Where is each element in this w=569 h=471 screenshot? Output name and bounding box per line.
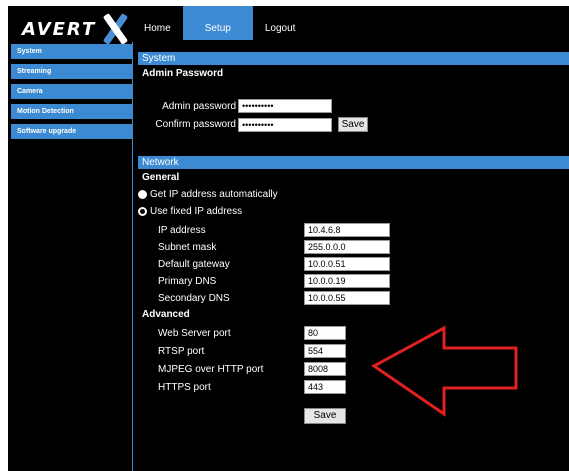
https-port-label: HTTPS port [158, 381, 211, 393]
confirm-password-input[interactable]: •••••••••• [238, 117, 332, 132]
radio-auto-label: Get IP address automatically [150, 189, 278, 200]
radio-auto-ip[interactable] [138, 190, 147, 199]
sidebar: System Streaming Camera Motion Detection… [11, 44, 132, 144]
rtsp-port-row: RTSP port 554 [158, 344, 346, 358]
secondary-dns-input[interactable]: 10.0.0.55 [304, 291, 390, 305]
network-save-button[interactable]: Save [304, 408, 346, 424]
logo-x-mark [98, 13, 132, 45]
mjpeg-port-label: MJPEG over HTTP port [158, 363, 264, 375]
subnet-mask-label: Subnet mask [158, 241, 217, 253]
web-server-port-label: Web Server port [158, 327, 231, 339]
web-server-port-row: Web Server port 80 [158, 326, 346, 340]
primary-dns-input[interactable]: 10.0.0.19 [304, 274, 390, 288]
admin-password-input[interactable]: •••••••••• [238, 99, 332, 113]
general-heading: General [142, 172, 180, 183]
default-gateway-label: Default gateway [158, 258, 230, 270]
system-section-header: System [138, 52, 569, 65]
advanced-heading: Advanced [142, 309, 190, 320]
tab-setup[interactable]: Setup [182, 6, 253, 40]
radio-auto-row[interactable]: Get IP address automatically [138, 189, 278, 200]
tab-logout[interactable]: Logout [253, 6, 308, 40]
confirm-password-row: Confirm password •••••••••• Save [154, 117, 368, 132]
rtsp-port-input[interactable]: 554 [304, 344, 346, 358]
secondary-dns-label: Secondary DNS [158, 292, 230, 304]
sidebar-item-camera[interactable]: Camera [11, 84, 132, 99]
avertx-logo: AVERT [22, 13, 132, 45]
admin-password-row: Admin password •••••••••• [160, 99, 332, 113]
mjpeg-port-input[interactable]: 8008 [304, 362, 346, 376]
radio-fixed-row[interactable]: Use fixed IP address [138, 206, 242, 217]
subnet-mask-input[interactable]: 255.0.0.0 [304, 240, 390, 254]
primary-dns-row: Primary DNS 10.0.0.19 [158, 274, 390, 288]
sidebar-item-software-upgrade[interactable]: Software upgrade [11, 124, 132, 139]
tab-home[interactable]: Home [132, 6, 183, 40]
network-section-header: Network [138, 156, 569, 169]
ip-address-row: IP address 10.4.6.8 [158, 223, 390, 237]
top-navigation: Home Setup Logout [132, 6, 307, 40]
sidebar-item-streaming[interactable]: Streaming [11, 64, 132, 79]
network-save-row: Save [304, 408, 346, 424]
sidebar-divider [132, 42, 133, 471]
app-frame: AVERT Home Setup Logout System Streaming… [8, 6, 569, 471]
sidebar-item-motion-detection[interactable]: Motion Detection [11, 104, 132, 119]
system-save-button[interactable]: Save [338, 117, 368, 132]
confirm-password-label: Confirm password [155, 119, 236, 130]
ip-address-label: IP address [158, 224, 206, 236]
rtsp-port-label: RTSP port [158, 345, 205, 357]
primary-dns-label: Primary DNS [158, 275, 217, 287]
radio-fixed-ip[interactable] [138, 207, 147, 216]
default-gateway-input[interactable]: 10.0.0.51 [304, 257, 390, 271]
secondary-dns-row: Secondary DNS 10.0.0.55 [158, 291, 390, 305]
ip-address-input[interactable]: 10.4.6.8 [304, 223, 390, 237]
radio-fixed-label: Use fixed IP address [150, 206, 243, 217]
logo-text: AVERT [22, 18, 97, 40]
https-port-input[interactable]: 443 [304, 380, 346, 394]
sidebar-item-system[interactable]: System [11, 44, 132, 59]
red-arrow-icon [371, 325, 518, 417]
subnet-mask-row: Subnet mask 255.0.0.0 [158, 240, 390, 254]
default-gateway-row: Default gateway 10.0.0.51 [158, 257, 390, 271]
web-server-port-input[interactable]: 80 [304, 326, 346, 340]
admin-password-heading: Admin Password [142, 68, 224, 79]
https-port-row: HTTPS port 443 [158, 380, 346, 394]
mjpeg-port-row: MJPEG over HTTP port 8008 [158, 362, 346, 376]
admin-password-label: Admin password [162, 100, 236, 112]
